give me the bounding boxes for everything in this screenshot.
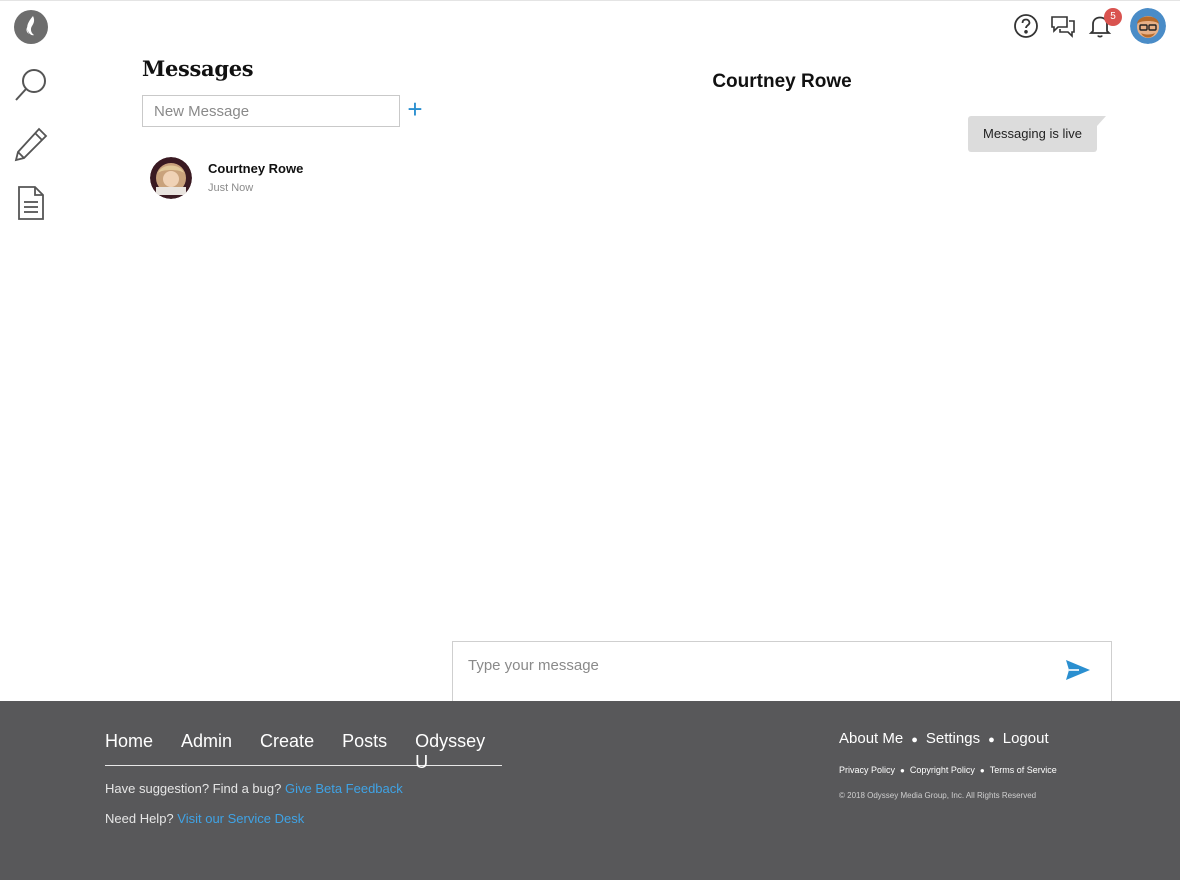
notifications-bell-icon[interactable]: 5 xyxy=(1086,8,1122,40)
separator-dot: ● xyxy=(979,766,985,775)
conversation-item[interactable]: Courtney Rowe Just Now xyxy=(148,155,428,201)
conversation-time: Just Now xyxy=(208,182,254,194)
footer-link-create[interactable]: Create xyxy=(260,731,314,765)
user-avatar[interactable] xyxy=(1130,8,1166,44)
copyright-policy-link[interactable]: Copyright Policy xyxy=(910,765,975,775)
notification-badge: 5 xyxy=(1104,8,1122,26)
help-text: Need Help? xyxy=(105,811,174,826)
logo-icon[interactable] xyxy=(12,8,50,46)
footer-account: About Me ● Settings ● Logout Privacy Policy ●… xyxy=(839,730,1057,800)
chat-icon[interactable] xyxy=(1049,12,1077,40)
footer-link-admin[interactable]: Admin xyxy=(181,731,232,765)
separator-dot: ● xyxy=(900,766,905,775)
top-border xyxy=(0,0,1180,1)
conversation-avatar xyxy=(150,157,192,199)
separator-dot: ● xyxy=(988,734,995,746)
feedback-line: Have suggestion? Find a bug? Give Beta F… xyxy=(105,781,403,796)
message-input[interactable] xyxy=(453,642,1053,700)
footer-link-posts[interactable]: Posts xyxy=(342,731,387,765)
add-message-button[interactable]: + xyxy=(404,96,426,123)
footer: Home Admin Create Posts Odyssey U Have s… xyxy=(0,701,1180,880)
messages-title: Messages xyxy=(142,56,254,81)
feedback-text: Have suggestion? Find a bug? xyxy=(105,781,282,796)
help-icon[interactable] xyxy=(1012,12,1040,40)
pencil-icon[interactable] xyxy=(12,125,50,163)
service-desk-link[interactable]: Visit our Service Desk xyxy=(177,811,304,826)
about-me-link[interactable]: About Me xyxy=(839,730,903,747)
search-icon[interactable] xyxy=(12,66,50,104)
terms-of-service-link[interactable]: Terms of Service xyxy=(990,765,1057,775)
footer-nav: Home Admin Create Posts Odyssey U xyxy=(105,731,502,772)
privacy-policy-link[interactable]: Privacy Policy xyxy=(839,765,895,775)
message-bubble: Messaging is live xyxy=(968,116,1106,152)
conversation-name: Courtney Rowe xyxy=(208,161,304,176)
conversation-title: Courtney Rowe xyxy=(712,71,852,92)
left-rail xyxy=(0,0,62,700)
new-message-input[interactable] xyxy=(142,95,400,127)
send-icon[interactable] xyxy=(1065,658,1093,684)
help-line: Need Help? Visit our Service Desk xyxy=(105,811,304,826)
beta-feedback-link[interactable]: Give Beta Feedback xyxy=(285,781,403,796)
footer-link-home[interactable]: Home xyxy=(105,731,153,765)
message-composer xyxy=(452,641,1112,701)
separator-dot: ● xyxy=(911,734,918,746)
document-icon[interactable] xyxy=(12,184,50,222)
top-toolbar: 5 xyxy=(1003,8,1166,44)
copyright-text: © 2018 Odyssey Media Group, Inc. All Rig… xyxy=(839,791,1037,800)
settings-link[interactable]: Settings xyxy=(926,730,980,747)
footer-link-odyssey-u[interactable]: Odyssey U xyxy=(415,731,485,772)
logout-link[interactable]: Logout xyxy=(1003,730,1049,747)
